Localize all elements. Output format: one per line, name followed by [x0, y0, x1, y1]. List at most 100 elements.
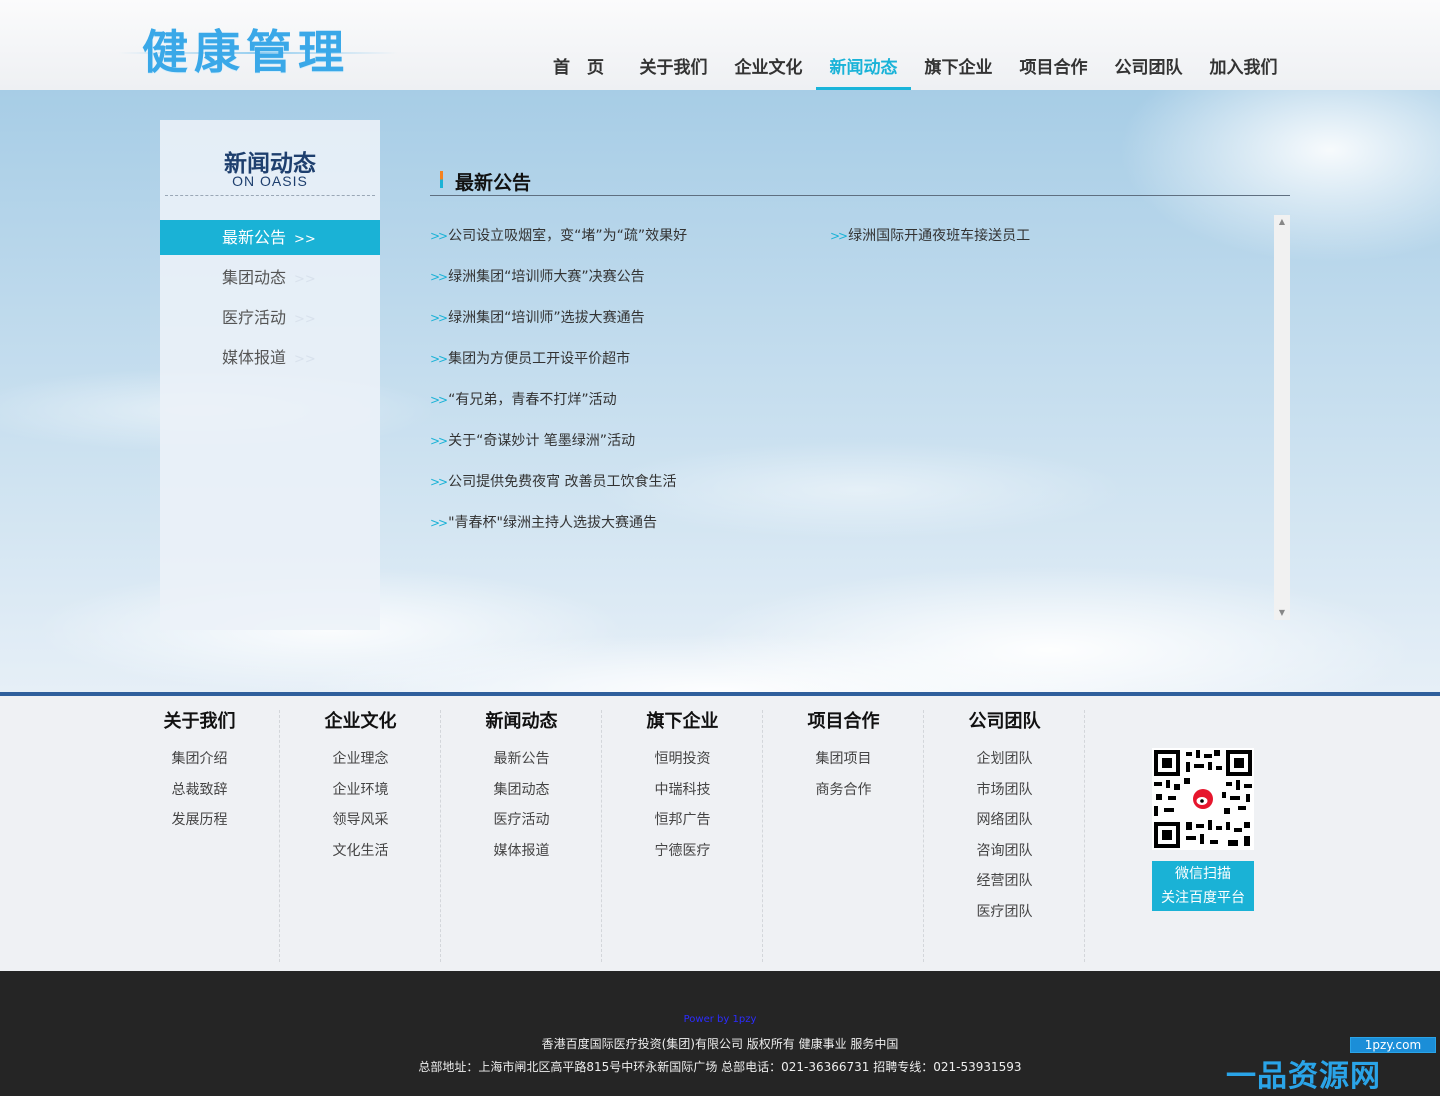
news-column-right: >> 绿洲国际开通夜班车接送员工 [830, 215, 1030, 256]
footer-column: 旗下企业 恒明投资 中瑞科技 恒邦广告 宁德医疗 [603, 710, 763, 962]
double-arrow-icon: >> [430, 352, 448, 366]
footer-link[interactable]: 医疗活动 [442, 805, 601, 836]
sidebar-subtitle: ON OASIS [232, 173, 308, 189]
double-arrow-icon: >> [430, 516, 448, 530]
footer-column-title[interactable]: 新闻动态 [442, 710, 601, 744]
sidebar-item-medical[interactable]: 医疗活动 >> [160, 300, 380, 335]
news-scrollbar[interactable]: ▲ ▼ [1274, 215, 1290, 620]
footer-link[interactable]: 企划团队 [925, 744, 1084, 775]
section-title: 最新公告 [455, 172, 532, 194]
news-item[interactable]: >> 公司提供免费夜宵 改善员工饮食生活 [430, 461, 687, 502]
footer-link[interactable]: 恒邦广告 [603, 805, 762, 836]
sidebar-item-label: 最新公告 [222, 228, 287, 247]
footer-link[interactable]: 集团动态 [442, 775, 601, 806]
news-title: 绿洲集团“培训师”选拔大赛通告 [448, 310, 645, 326]
news-title: "青春杯"绿洲主持人选拔大赛通告 [448, 515, 657, 531]
footer-link[interactable]: 宁德医疗 [603, 836, 762, 867]
footer-link[interactable]: 经营团队 [925, 866, 1084, 897]
footer-column: 新闻动态 最新公告 集团动态 医疗活动 媒体报道 [442, 710, 602, 962]
footer-link[interactable]: 企业理念 [281, 744, 440, 775]
footer-link[interactable]: 商务合作 [764, 775, 923, 806]
footer-link[interactable]: 咨询团队 [925, 836, 1084, 867]
title-accent-bar [440, 171, 443, 188]
qr-caption-line1: 微信扫描 [1175, 866, 1231, 882]
nav-culture[interactable]: 企业文化 [721, 52, 816, 90]
footer-link[interactable]: 最新公告 [442, 744, 601, 775]
double-arrow-icon: >> [830, 229, 848, 243]
scroll-down-arrow-icon[interactable]: ▼ [1274, 606, 1290, 620]
sidebar-item-media[interactable]: 媒体报道 >> [160, 340, 380, 375]
chevron-right-icon: >> [294, 232, 316, 247]
chevron-right-icon: >> [294, 312, 316, 327]
news-item[interactable]: >> 绿洲国际开通夜班车接送员工 [830, 215, 1030, 256]
sidebar-item-label: 医疗活动 [222, 308, 287, 327]
news-title: 绿洲国际开通夜班车接送员工 [848, 228, 1031, 244]
footer-link[interactable]: 集团介绍 [120, 744, 279, 775]
footer-column: 关于我们 集团介绍 总裁致辞 发展历程 [120, 710, 280, 962]
scroll-up-arrow-icon[interactable]: ▲ [1274, 215, 1290, 229]
footer-link[interactable]: 中瑞科技 [603, 775, 762, 806]
double-arrow-icon: >> [430, 270, 448, 284]
footer-link[interactable]: 集团项目 [764, 744, 923, 775]
news-item[interactable]: >> 绿洲集团“培训师”选拔大赛通告 [430, 297, 687, 338]
footer-column-title[interactable]: 企业文化 [281, 710, 440, 744]
watermark-logo: 1pzy.com 一品资源网 [1226, 1037, 1440, 1096]
nav-team[interactable]: 公司团队 [1101, 52, 1196, 90]
footer-link[interactable]: 网络团队 [925, 805, 1084, 836]
footer-link[interactable]: 发展历程 [120, 805, 279, 836]
footer-link[interactable]: 医疗团队 [925, 897, 1084, 928]
double-arrow-icon: >> [430, 229, 448, 243]
section-header: 最新公告 [430, 168, 1290, 196]
news-item[interactable]: >> “有兄弟，青春不打烊”活动 [430, 379, 687, 420]
sidebar: 新闻动态 ON OASIS 最新公告 >> 集团动态 >> 医疗活动 >> 媒体报道 >… [160, 120, 380, 630]
footer-column: 公司团队 企划团队 市场团队 网络团队 咨询团队 经营团队 医疗团队 [925, 710, 1085, 962]
news-column-left: >> 公司设立吸烟室，变“堵”为“疏”效果好 >> 绿洲集团“培训师大赛”决赛公告 >>… [430, 215, 687, 543]
chevron-right-icon: >> [294, 272, 316, 287]
news-title: “有兄弟，青春不打烊”活动 [448, 392, 617, 408]
news-item[interactable]: >> 绿洲集团“培训师大赛”决赛公告 [430, 256, 687, 297]
sidebar-divider [165, 195, 375, 196]
nav-news[interactable]: 新闻动态 [816, 52, 911, 90]
double-arrow-icon: >> [430, 434, 448, 448]
footer-link[interactable]: 企业环境 [281, 775, 440, 806]
news-list: >> 公司设立吸烟室，变“堵”为“疏”效果好 >> 绿洲集团“培训师大赛”决赛公告 >>… [430, 215, 1275, 620]
sidebar-item-label: 媒体报道 [222, 348, 287, 367]
footer-column: 企业文化 企业理念 企业环境 领导风采 文化生活 [281, 710, 441, 962]
sidebar-menu: 最新公告 >> 集团动态 >> 医疗活动 >> 媒体报道 >> [160, 220, 380, 380]
news-title: 集团为方便员工开设平价超市 [448, 351, 631, 367]
nav-about[interactable]: 关于我们 [626, 52, 721, 90]
news-title: 关于“奇谋妙计 笔墨绿洲”活动 [448, 433, 636, 449]
sidebar-item-group[interactable]: 集团动态 >> [160, 260, 380, 295]
copyright-text: 香港百度国际医疗投资(集团)有限公司 版权所有 健康事业 服务中国 [541, 1037, 899, 1051]
footer-column-title[interactable]: 旗下企业 [603, 710, 762, 744]
nav-enterprises[interactable]: 旗下企业 [911, 52, 1006, 90]
footer-link[interactable]: 恒明投资 [603, 744, 762, 775]
nav-home[interactable]: 首 页 [531, 52, 626, 90]
footer-column: 项目合作 集团项目 商务合作 [764, 710, 924, 962]
site-logo[interactable]: 健康管理 [142, 16, 350, 82]
news-item[interactable]: >> "青春杯"绿洲主持人选拔大赛通告 [430, 502, 687, 543]
footer-link[interactable]: 领导风采 [281, 805, 440, 836]
double-arrow-icon: >> [430, 475, 448, 489]
qr-caption: 微信扫描 关注百度平台 [1152, 861, 1254, 911]
footer-link[interactable]: 媒体报道 [442, 836, 601, 867]
footer-link[interactable]: 总裁致辞 [120, 775, 279, 806]
nav-cooperation[interactable]: 项目合作 [1006, 52, 1101, 90]
news-item[interactable]: >> 集团为方便员工开设平价超市 [430, 338, 687, 379]
powered-by-link[interactable]: Power by 1pzy [0, 1014, 1440, 1025]
sidebar-item-latest[interactable]: 最新公告 >> [160, 220, 380, 255]
nav-join[interactable]: 加入我们 [1196, 52, 1291, 90]
footer-column-title[interactable]: 关于我们 [120, 710, 279, 744]
qr-caption-line2: 关注百度平台 [1161, 890, 1245, 906]
double-arrow-icon: >> [430, 393, 448, 407]
footer-link[interactable]: 市场团队 [925, 775, 1084, 806]
footer-column-title[interactable]: 项目合作 [764, 710, 923, 744]
news-title: 绿洲集团“培训师大赛”决赛公告 [448, 269, 645, 285]
news-item[interactable]: >> 公司设立吸烟室，变“堵”为“疏”效果好 [430, 215, 687, 256]
sidebar-item-label: 集团动态 [222, 268, 287, 287]
qr-code-icon [1152, 748, 1254, 850]
news-item[interactable]: >> 关于“奇谋妙计 笔墨绿洲”活动 [430, 420, 687, 461]
footer-column-title[interactable]: 公司团队 [925, 710, 1084, 744]
footer-link[interactable]: 文化生活 [281, 836, 440, 867]
address-text: 总部地址：上海市闸北区高平路815号中环永新国际广场 总部电话：021-3636… [418, 1060, 1022, 1074]
